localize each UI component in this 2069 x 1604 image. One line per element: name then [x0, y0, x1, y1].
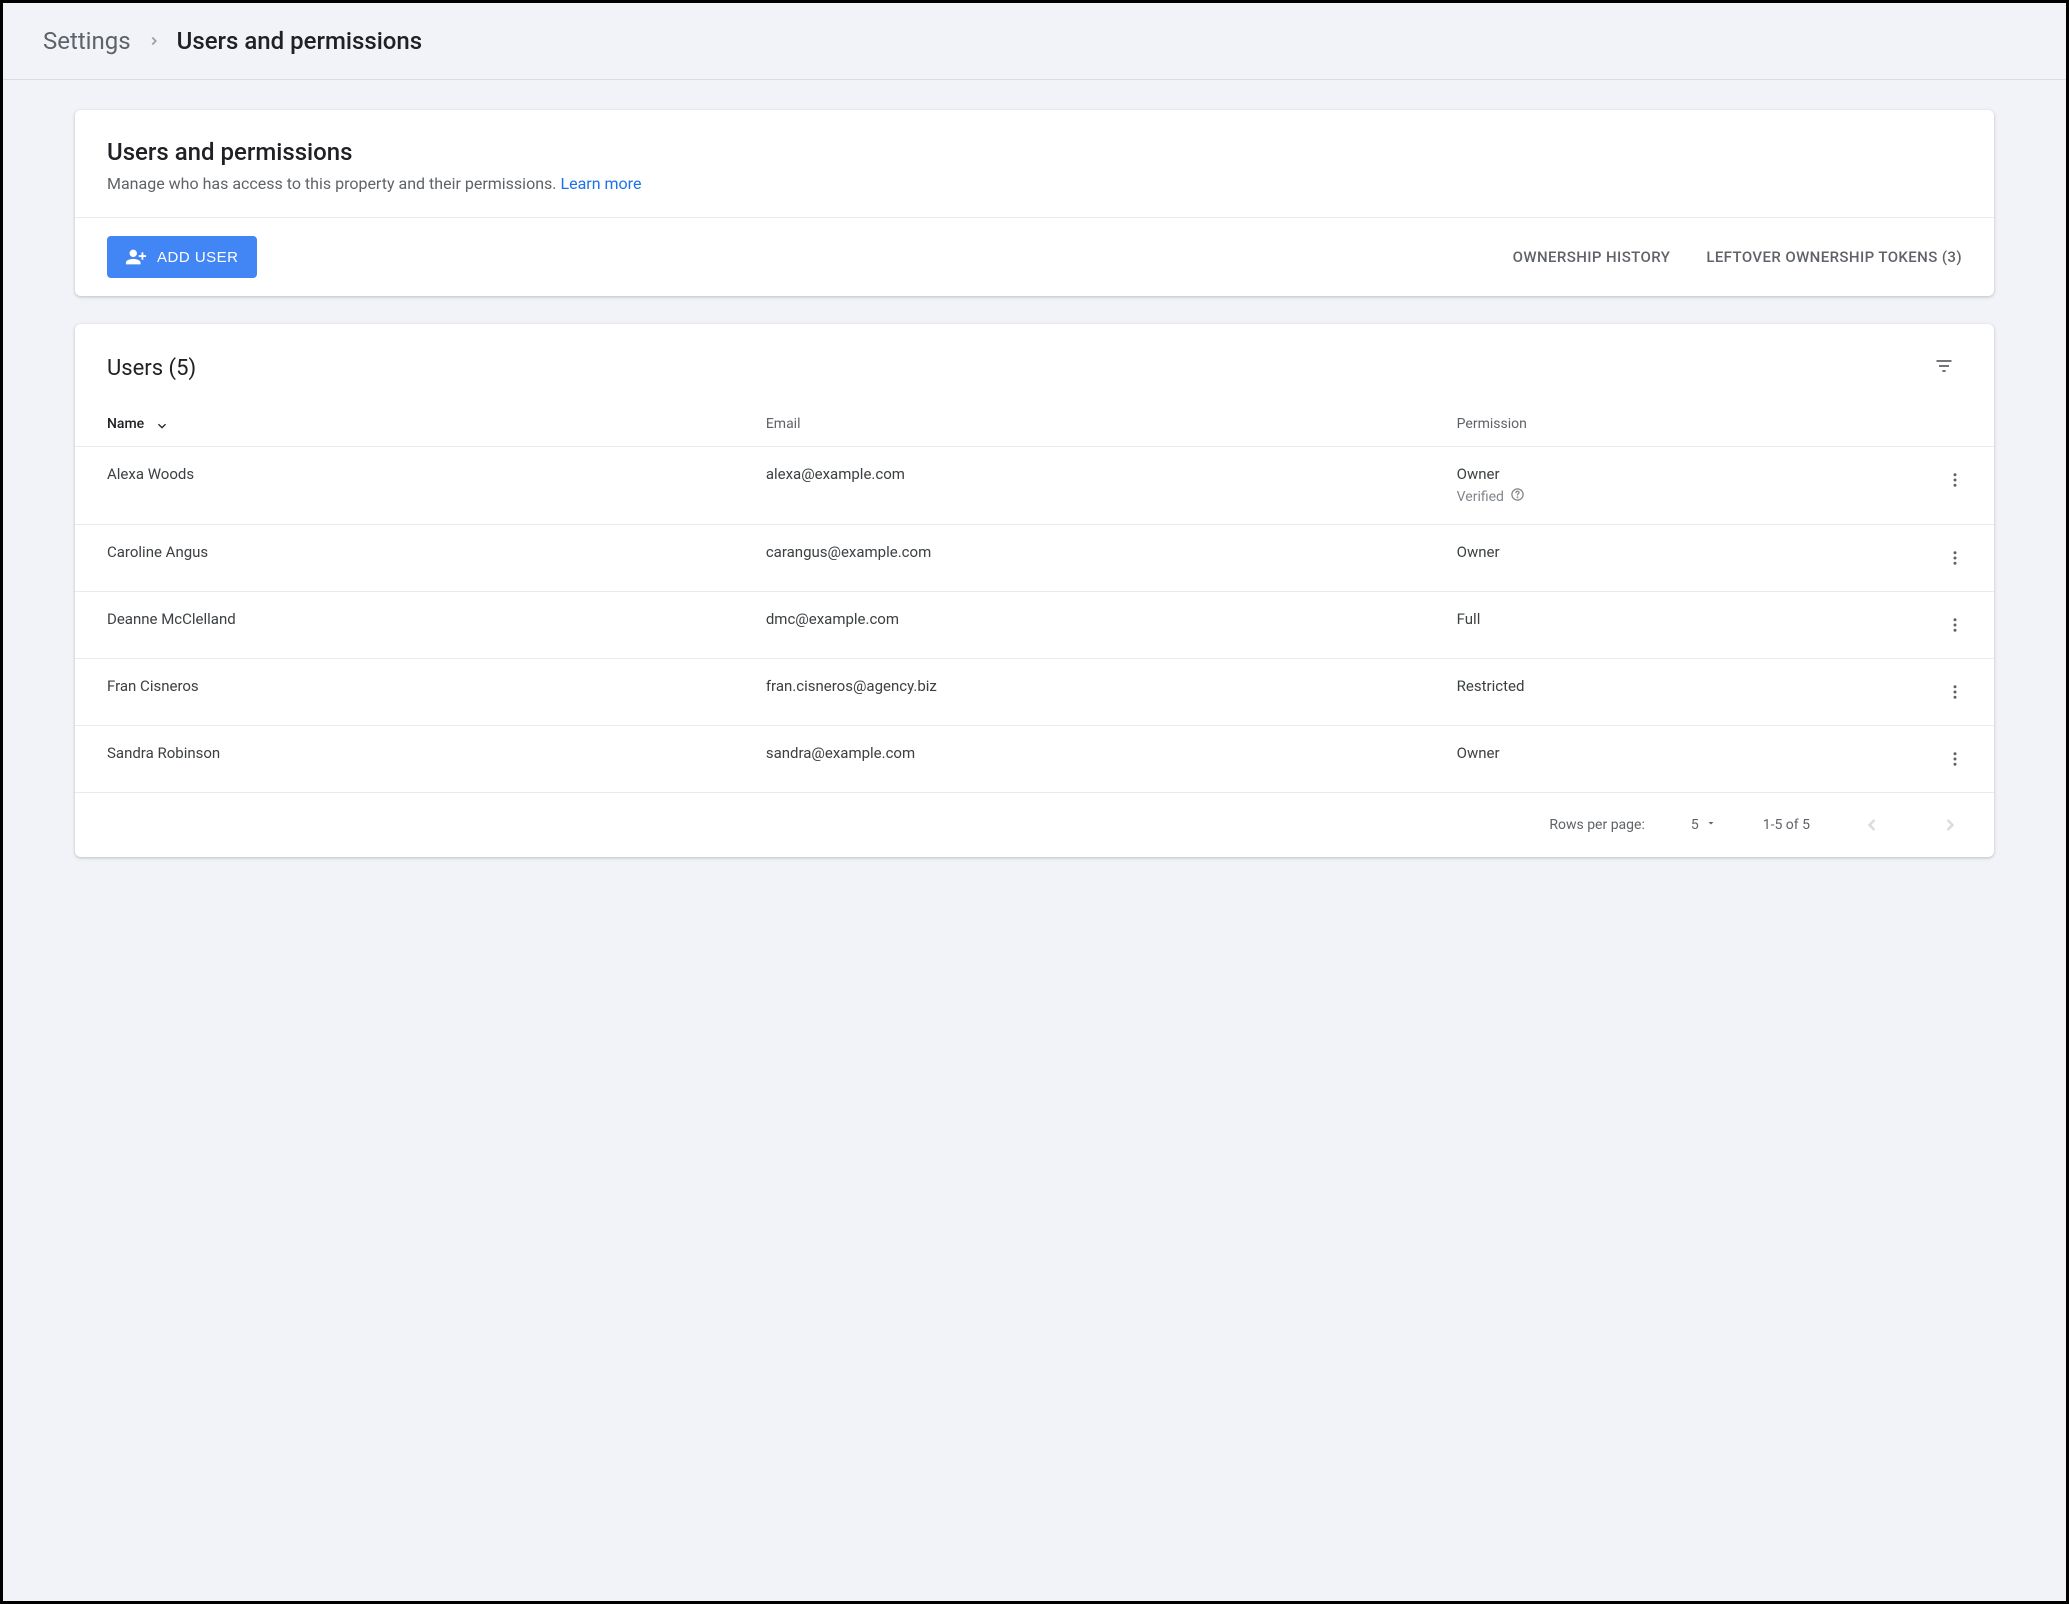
- cell-permission: Owner: [1457, 726, 1841, 793]
- table-row: Sandra Robinsonsandra@example.comOwner: [75, 726, 1994, 793]
- users-card: Users (5) Name Email: [75, 324, 1994, 857]
- add-user-button[interactable]: ADD USER: [107, 236, 257, 278]
- leftover-tokens-button[interactable]: LEFTOVER OWNERSHIP TOKENS (3): [1706, 248, 1962, 266]
- previous-page-button[interactable]: [1856, 809, 1888, 841]
- cell-permission: Owner: [1457, 525, 1841, 592]
- cell-email: alexa@example.com: [766, 447, 1457, 525]
- ownership-history-button[interactable]: OWNERSHIP HISTORY: [1513, 248, 1671, 266]
- cell-email: fran.cisneros@agency.biz: [766, 659, 1457, 726]
- cell-name: Fran Cisneros: [75, 659, 766, 726]
- cell-permission: Full: [1457, 592, 1841, 659]
- pagination-range: 1-5 of 5: [1763, 817, 1810, 833]
- page-subtitle: Manage who has access to this property a…: [107, 174, 1962, 193]
- rows-per-page-select[interactable]: 5: [1691, 817, 1717, 833]
- cell-email: dmc@example.com: [766, 592, 1457, 659]
- cell-permission: OwnerVerified: [1457, 447, 1841, 525]
- breadcrumb-parent[interactable]: Settings: [43, 27, 131, 55]
- verified-badge: Verified: [1457, 487, 1841, 506]
- users-table: Name Email Permission Alexa Woodsalexa@e…: [75, 394, 1994, 793]
- table-row: Alexa Woodsalexa@example.comOwnerVerifie…: [75, 447, 1994, 525]
- dropdown-arrow-icon: [1705, 817, 1717, 833]
- row-menu-button[interactable]: [1940, 744, 1970, 774]
- rows-per-page-value: 5: [1691, 817, 1699, 833]
- table-row: Deanne McClellanddmc@example.comFull: [75, 592, 1994, 659]
- table-footer: Rows per page: 5 1-5 of 5: [75, 793, 1994, 857]
- rows-per-page-label: Rows per page:: [1549, 817, 1644, 833]
- chevron-right-icon: [147, 34, 161, 48]
- subtitle-text: Manage who has access to this property a…: [107, 174, 560, 193]
- breadcrumb: Settings Users and permissions: [3, 3, 2066, 80]
- cell-email: carangus@example.com: [766, 525, 1457, 592]
- row-menu-button[interactable]: [1940, 543, 1970, 573]
- cell-name: Sandra Robinson: [75, 726, 766, 793]
- table-row: Caroline Anguscarangus@example.comOwner: [75, 525, 1994, 592]
- learn-more-link[interactable]: Learn more: [560, 174, 641, 193]
- filter-icon[interactable]: [1926, 348, 1962, 388]
- person-add-icon: [125, 246, 147, 268]
- users-table-title: Users (5): [107, 356, 196, 381]
- row-menu-button[interactable]: [1940, 610, 1970, 640]
- column-header-email[interactable]: Email: [766, 394, 1457, 447]
- cell-email: sandra@example.com: [766, 726, 1457, 793]
- page-title: Users and permissions: [107, 138, 1962, 166]
- help-icon[interactable]: [1510, 487, 1525, 506]
- cell-permission: Restricted: [1457, 659, 1841, 726]
- arrow-down-icon: [154, 416, 170, 432]
- cell-name: Deanne McClelland: [75, 592, 766, 659]
- next-page-button[interactable]: [1934, 809, 1966, 841]
- column-header-name[interactable]: Name: [75, 394, 766, 447]
- row-menu-button[interactable]: [1940, 677, 1970, 707]
- breadcrumb-current: Users and permissions: [177, 27, 423, 55]
- cell-name: Alexa Woods: [75, 447, 766, 525]
- row-menu-button[interactable]: [1940, 465, 1970, 495]
- column-header-permission[interactable]: Permission: [1457, 394, 1841, 447]
- table-row: Fran Cisnerosfran.cisneros@agency.bizRes…: [75, 659, 1994, 726]
- add-user-label: ADD USER: [157, 249, 239, 266]
- header-card: Users and permissions Manage who has acc…: [75, 110, 1994, 296]
- cell-name: Caroline Angus: [75, 525, 766, 592]
